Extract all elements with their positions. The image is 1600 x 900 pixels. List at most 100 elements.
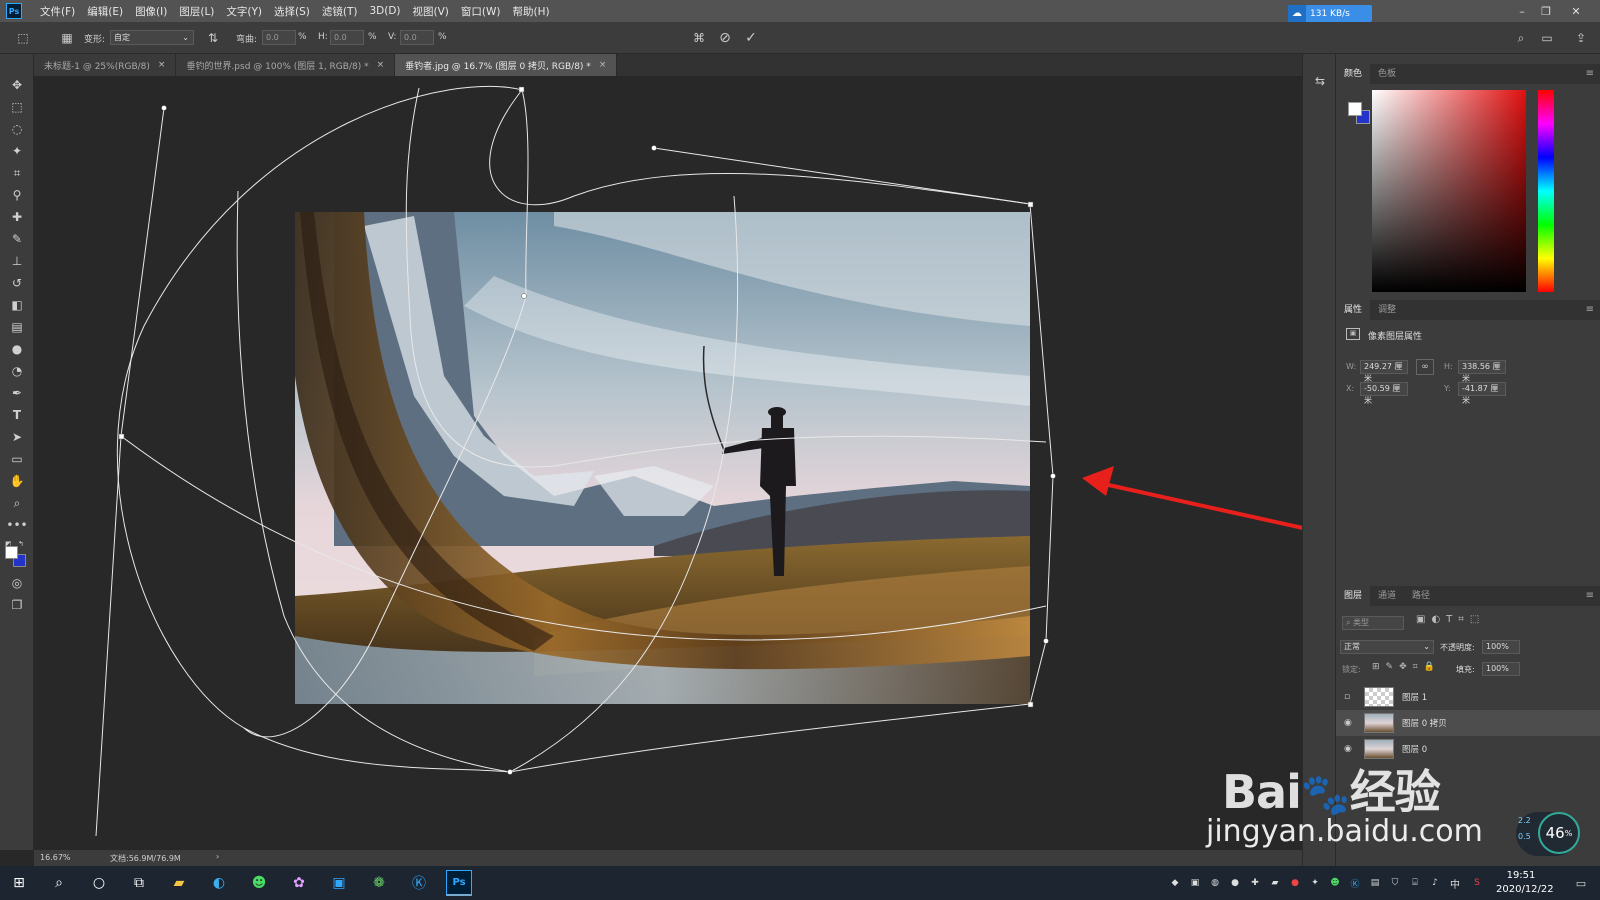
marquee-tool-icon[interactable]: ⬚ bbox=[7, 98, 27, 116]
layer-filter-icons[interactable]: ▣◐T⌗⬚ bbox=[1416, 614, 1526, 630]
opacity-field[interactable]: 100% bbox=[1482, 640, 1520, 654]
tool-preset-icon[interactable]: ⬚ bbox=[14, 29, 32, 47]
menu-type[interactable]: 文字(Y) bbox=[220, 4, 268, 19]
nvidia-icon[interactable]: ▰ bbox=[1268, 876, 1282, 890]
tab-color[interactable]: 颜色 bbox=[1336, 64, 1371, 84]
eye-icon[interactable]: ◉ bbox=[1344, 718, 1358, 728]
move-tool-icon[interactable]: ✥ bbox=[7, 76, 27, 94]
w-field[interactable]: 249.27 厘米 bbox=[1360, 360, 1408, 383]
shield-icon[interactable]: ⛉ bbox=[1388, 876, 1402, 890]
close-tab-icon[interactable]: × bbox=[599, 60, 607, 70]
eraser-tool-icon[interactable]: ◧ bbox=[7, 296, 27, 314]
tray-icon[interactable]: ✦ bbox=[1308, 876, 1322, 890]
search-icon[interactable]: ⌕ bbox=[46, 870, 72, 896]
file-explorer-icon[interactable]: ▰ bbox=[166, 870, 192, 896]
menu-filter[interactable]: 滤镜(T) bbox=[316, 4, 364, 19]
task-view-icon[interactable]: ⧉ bbox=[126, 870, 152, 896]
h-field[interactable]: 338.56 厘米 bbox=[1458, 360, 1506, 383]
link-icon[interactable]: ∞ bbox=[1416, 359, 1434, 375]
tray-icon[interactable]: ● bbox=[1288, 876, 1302, 890]
more-tools-icon[interactable]: ••• bbox=[6, 516, 27, 534]
clock[interactable]: 19:51 2020/12/22 bbox=[1496, 869, 1554, 897]
eyedropper-tool-icon[interactable]: ⚲ bbox=[7, 186, 27, 204]
screen-mode-icon[interactable]: ❐ bbox=[7, 596, 27, 614]
menu-image[interactable]: 图像(I) bbox=[129, 4, 173, 19]
wechat-icon[interactable]: ☻ bbox=[246, 870, 272, 896]
hand-tool-icon[interactable]: ✋ bbox=[7, 472, 27, 490]
microphone-icon[interactable]: ● bbox=[1228, 876, 1242, 890]
workspace-icon[interactable]: ▭ bbox=[1538, 29, 1556, 47]
stamp-tool-icon[interactable]: ⊥ bbox=[7, 252, 27, 270]
path-selection-tool-icon[interactable]: ➤ bbox=[7, 428, 27, 446]
tab-fishing-world-psd[interactable]: 垂钓的世界.psd @ 100% (图层 1, RGB/8) * × bbox=[176, 54, 396, 76]
cancel-icon[interactable]: ⊘ bbox=[716, 29, 734, 47]
ime-indicator[interactable]: 中 bbox=[1448, 876, 1462, 891]
sogou-icon[interactable]: S bbox=[1470, 876, 1484, 890]
menu-file[interactable]: 文件(F) bbox=[34, 4, 81, 19]
cortana-icon[interactable]: ○ bbox=[86, 870, 112, 896]
minimize-icon[interactable]: – bbox=[1510, 0, 1534, 22]
magic-wand-tool-icon[interactable]: ✦ bbox=[7, 142, 27, 160]
quick-mask-icon[interactable]: ◎ bbox=[7, 574, 27, 592]
gradient-tool-icon[interactable]: ▤ bbox=[7, 318, 27, 336]
notification-icon[interactable]: ▭ bbox=[1574, 876, 1588, 890]
panel-menu-icon[interactable]: ≡ bbox=[1586, 304, 1594, 315]
swap-colors-icon[interactable]: ↰ bbox=[18, 540, 26, 548]
y-field[interactable]: -41.87 厘米 bbox=[1458, 382, 1506, 405]
status-arrow-icon[interactable]: › bbox=[216, 852, 219, 861]
check-icon[interactable]: ✓ bbox=[742, 29, 760, 47]
tray-icon[interactable]: ◆ bbox=[1168, 876, 1182, 890]
warp-mode-icon[interactable]: ⌘ bbox=[690, 29, 708, 47]
menu-help[interactable]: 帮助(H) bbox=[507, 4, 556, 19]
tab-properties[interactable]: 属性 bbox=[1336, 300, 1371, 320]
rectangle-tool-icon[interactable]: ▭ bbox=[7, 450, 27, 468]
tab-layers[interactable]: 图层 bbox=[1336, 586, 1371, 606]
windows-start-icon[interactable]: ⊞ bbox=[6, 870, 32, 896]
tray-icon[interactable]: ▤ bbox=[1368, 876, 1382, 890]
panel-menu-icon[interactable]: ≡ bbox=[1586, 68, 1594, 79]
layer-filter-select[interactable]: ⌕ 类型 bbox=[1342, 616, 1404, 630]
network-speed-badge[interactable]: ☁ 131 KB/s bbox=[1288, 5, 1372, 22]
blend-mode-select[interactable]: 正常 ⌄ bbox=[1340, 640, 1434, 654]
layer-row-selected[interactable]: ◉ 图层 0 拷贝 bbox=[1336, 710, 1600, 736]
color-field[interactable] bbox=[1372, 90, 1526, 292]
v-field[interactable]: 0.0 bbox=[400, 30, 434, 45]
layer-row[interactable]: ◉ 图层 0 bbox=[1336, 736, 1600, 762]
menu-view[interactable]: 视图(V) bbox=[407, 4, 455, 19]
network-icon[interactable]: ⌸ bbox=[1408, 876, 1422, 890]
x-field[interactable]: -50.59 厘米 bbox=[1360, 382, 1408, 405]
tab-untitled-1[interactable]: 未标题-1 @ 25%(RGB/8) × bbox=[34, 54, 177, 76]
tab-angler-jpg[interactable]: 垂钓者.jpg @ 16.7% (图层 0 拷贝, RGB/8) * × bbox=[395, 54, 618, 76]
healing-brush-tool-icon[interactable]: ✚ bbox=[7, 208, 27, 226]
restore-icon[interactable]: ❐ bbox=[1534, 0, 1558, 22]
panel-foreground-swatch[interactable] bbox=[1348, 102, 1362, 116]
tray-icon[interactable]: ✚ bbox=[1248, 876, 1262, 890]
volume-icon[interactable]: ♪ bbox=[1428, 876, 1442, 890]
warp-grid-icon[interactable]: ▦ bbox=[58, 29, 76, 47]
tray-icon[interactable]: ▣ bbox=[1188, 876, 1202, 890]
layer-row[interactable]: ▫ 图层 1 bbox=[1336, 684, 1600, 710]
bend-field[interactable]: 0.0 bbox=[262, 30, 296, 45]
document-canvas[interactable] bbox=[34, 76, 1302, 850]
visibility-off-icon[interactable]: ▫ bbox=[1344, 692, 1358, 702]
type-tool-icon[interactable]: T bbox=[7, 406, 27, 424]
crop-tool-icon[interactable]: ⌗ bbox=[7, 164, 27, 182]
tab-swatches[interactable]: 色板 bbox=[1370, 64, 1404, 84]
edge-browser-icon[interactable]: ◐ bbox=[206, 870, 232, 896]
panel-menu-icon[interactable]: ≡ bbox=[1586, 590, 1594, 601]
tray-icon[interactable]: Ⓚ bbox=[1348, 876, 1362, 890]
app-icon[interactable]: ▣ bbox=[326, 870, 352, 896]
hue-slider[interactable] bbox=[1538, 90, 1554, 292]
blur-tool-icon[interactable]: ● bbox=[7, 340, 27, 358]
history-brush-tool-icon[interactable]: ↺ bbox=[7, 274, 27, 292]
close-icon[interactable]: ✕ bbox=[1564, 0, 1588, 22]
tab-paths[interactable]: 路径 bbox=[1404, 586, 1438, 606]
menu-select[interactable]: 选择(S) bbox=[268, 4, 316, 19]
app-icon[interactable]: ✿ bbox=[286, 870, 312, 896]
tab-channels[interactable]: 通道 bbox=[1370, 586, 1404, 606]
h-field[interactable]: 0.0 bbox=[330, 30, 364, 45]
tab-adjustments[interactable]: 调整 bbox=[1370, 300, 1404, 320]
foreground-color-swatch[interactable] bbox=[5, 546, 18, 559]
warp-orientation-icon[interactable]: ⇅ bbox=[204, 29, 222, 47]
warp-style-select[interactable]: 自定 ⌄ bbox=[110, 30, 194, 45]
